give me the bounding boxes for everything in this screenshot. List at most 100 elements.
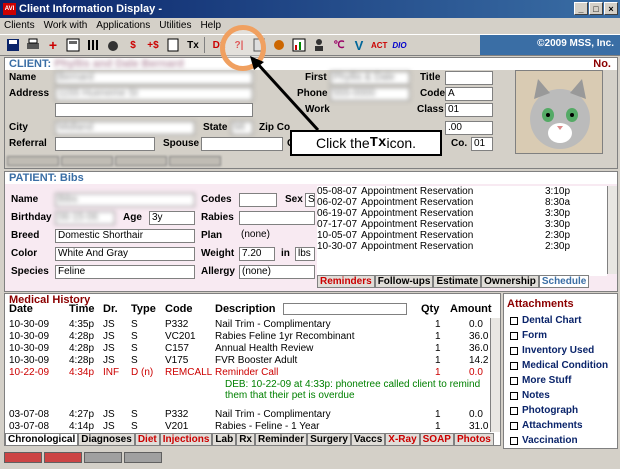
- schedule-row[interactable]: 06-02-07 Appointment Reservation 8:30a: [317, 197, 607, 208]
- client-tab-4[interactable]: [169, 156, 221, 166]
- tab-diagnoses[interactable]: Diagnoses: [78, 433, 135, 446]
- client-class-field[interactable]: 01: [445, 103, 493, 117]
- patient-codes-field[interactable]: [239, 193, 277, 207]
- tab-soap[interactable]: SOAP: [419, 433, 454, 446]
- table-row[interactable]: 10-30-09 4:28p JS S VC201 Rabies Feline 1yr R…: [5, 331, 500, 342]
- breed-field[interactable]: Domestic Shorthair: [55, 229, 195, 243]
- attachment-vaccination[interactable]: Vaccination: [504, 433, 617, 448]
- menu-clients[interactable]: Clients: [4, 20, 35, 31]
- tab-reminders[interactable]: Reminders: [317, 275, 375, 288]
- client-title-field[interactable]: [445, 71, 493, 85]
- checkbox-icon[interactable]: [510, 436, 518, 445]
- person-icon[interactable]: [310, 36, 328, 54]
- menu-applications[interactable]: Applications: [96, 20, 150, 31]
- schedule-row[interactable]: 06-19-07 Appointment Reservation 3:30p: [317, 208, 607, 219]
- checkbox-icon[interactable]: [510, 376, 518, 385]
- client-first-field[interactable]: Phyllis & Dale: [330, 71, 410, 85]
- table-row[interactable]: 10-30-09 4:28p JS S V175 FVR Booster Adult 1 14…: [5, 355, 500, 366]
- patient-name-field[interactable]: Bibs: [55, 193, 195, 207]
- tab-ownership[interactable]: Ownership: [481, 275, 539, 288]
- tab-rx[interactable]: Rx: [236, 433, 255, 446]
- table-row[interactable]: 03-07-08 4:14p JS S V201 Rabies - Feline - 1 …: [5, 421, 500, 432]
- schedule-row[interactable]: 10-05-07 Appointment Reservation 2:30p: [317, 230, 607, 241]
- minimize-button[interactable]: _: [574, 2, 588, 15]
- tab-reminder[interactable]: Reminder: [254, 433, 308, 446]
- tab-surgery[interactable]: Surgery: [307, 433, 351, 446]
- table-row[interactable]: 10-30-09 4:28p JS S C157 Annual Health Review…: [5, 343, 500, 354]
- bottom-tab-2[interactable]: [44, 452, 82, 463]
- client-codes-field[interactable]: A: [445, 87, 493, 101]
- attachment-photograph[interactable]: Photograph: [504, 403, 617, 418]
- dollar-button[interactable]: $: [124, 36, 142, 54]
- bars-icon[interactable]: [84, 36, 102, 54]
- schedule-row[interactable]: 10-30-07 Appointment Reservation 2:30p: [317, 241, 607, 252]
- menu-utilities[interactable]: Utilities: [159, 20, 191, 31]
- maximize-button[interactable]: □: [589, 2, 603, 15]
- attachment-attachments[interactable]: Attachments: [504, 418, 617, 433]
- attachment-medical-condition[interactable]: Medical Condition: [504, 358, 617, 373]
- address-line1-field[interactable]: 1155 Hueneme St: [55, 87, 253, 101]
- save-icon[interactable]: [4, 36, 22, 54]
- plan-field[interactable]: (none): [239, 229, 315, 243]
- attachment-inventory-used[interactable]: Inventory Used: [504, 343, 617, 358]
- history-scrollbar[interactable]: [490, 318, 500, 432]
- checkbox-icon[interactable]: [510, 361, 518, 370]
- phone-field[interactable]: 555-0000: [330, 87, 410, 101]
- referral-field[interactable]: [55, 137, 155, 151]
- client-amount-field[interactable]: .00: [445, 121, 493, 135]
- tab-chronological[interactable]: Chronological: [5, 433, 79, 446]
- city-field[interactable]: Midland: [55, 121, 195, 135]
- tab-estimate[interactable]: Estimate: [433, 275, 482, 288]
- tab-photos[interactable]: Photos: [453, 433, 494, 446]
- close-button[interactable]: ×: [604, 2, 618, 15]
- weight-unit-field[interactable]: lbs: [295, 247, 315, 261]
- checkbox-icon[interactable]: [510, 331, 518, 340]
- color-field[interactable]: White And Gray: [55, 247, 195, 261]
- tab-x-ray[interactable]: X-Ray: [385, 433, 420, 446]
- bottom-tab-4[interactable]: [124, 452, 162, 463]
- attachment-dental-chart[interactable]: Dental Chart: [504, 313, 617, 328]
- calculator-icon[interactable]: [64, 36, 82, 54]
- printer-icon[interactable]: [24, 36, 42, 54]
- tab-injections[interactable]: Injections: [159, 433, 213, 446]
- spouse-field[interactable]: [201, 137, 283, 151]
- client-name-field[interactable]: Bernard: [55, 71, 253, 85]
- act-button[interactable]: ACT: [370, 36, 388, 54]
- checkbox-icon[interactable]: [510, 406, 518, 415]
- schedule-row[interactable]: 05-08-07 Appointment Reservation 3:10p: [317, 186, 607, 197]
- menu-work-with[interactable]: Work with: [44, 20, 88, 31]
- dio-button[interactable]: DIO: [390, 36, 408, 54]
- plus-icon[interactable]: +: [44, 36, 62, 54]
- chart-icon[interactable]: [290, 36, 308, 54]
- allergy-field[interactable]: (none): [239, 265, 315, 279]
- menu-help[interactable]: Help: [200, 20, 221, 31]
- rabies-field[interactable]: [239, 211, 315, 225]
- bottom-tab-1[interactable]: [4, 452, 42, 463]
- sex-field[interactable]: S: [305, 193, 315, 207]
- attachment-notes[interactable]: Notes: [504, 388, 617, 403]
- table-row[interactable]: 10-30-09 4:35p JS S P332 Nail Trim - Complime…: [5, 319, 500, 330]
- checkbox-icon[interactable]: [510, 391, 518, 400]
- attachment-more-stuff[interactable]: More Stuff: [504, 373, 617, 388]
- paint-icon[interactable]: [270, 36, 288, 54]
- attachment-form[interactable]: Form: [504, 328, 617, 343]
- tab-vaccs[interactable]: Vaccs: [350, 433, 386, 446]
- checkbox-icon[interactable]: [510, 421, 518, 430]
- add-dollar-button[interactable]: +$: [144, 36, 162, 54]
- v-button[interactable]: V: [350, 36, 368, 54]
- schedule-scrollbar[interactable]: [607, 186, 617, 274]
- checkbox-icon[interactable]: [510, 316, 518, 325]
- tx-button[interactable]: Tx: [184, 36, 202, 54]
- table-row[interactable]: 10-22-09 4:34p INF D (n) REMCALL Reminder Cal…: [5, 367, 500, 378]
- tab-lab[interactable]: Lab: [212, 433, 237, 446]
- address-line2-field[interactable]: [55, 103, 253, 117]
- weight-field[interactable]: 7.20: [239, 247, 275, 261]
- birthday-field[interactable]: 06-15-06: [55, 211, 115, 225]
- species-field[interactable]: Feline: [55, 265, 195, 279]
- checkbox-icon[interactable]: [510, 346, 518, 355]
- tab-schedule[interactable]: Schedule: [538, 275, 590, 288]
- client-tab-2[interactable]: [61, 156, 113, 166]
- chart-bars-icon[interactable]: ℃: [330, 36, 348, 54]
- tab-diet[interactable]: Diet: [134, 433, 160, 446]
- cat-icon[interactable]: [104, 36, 122, 54]
